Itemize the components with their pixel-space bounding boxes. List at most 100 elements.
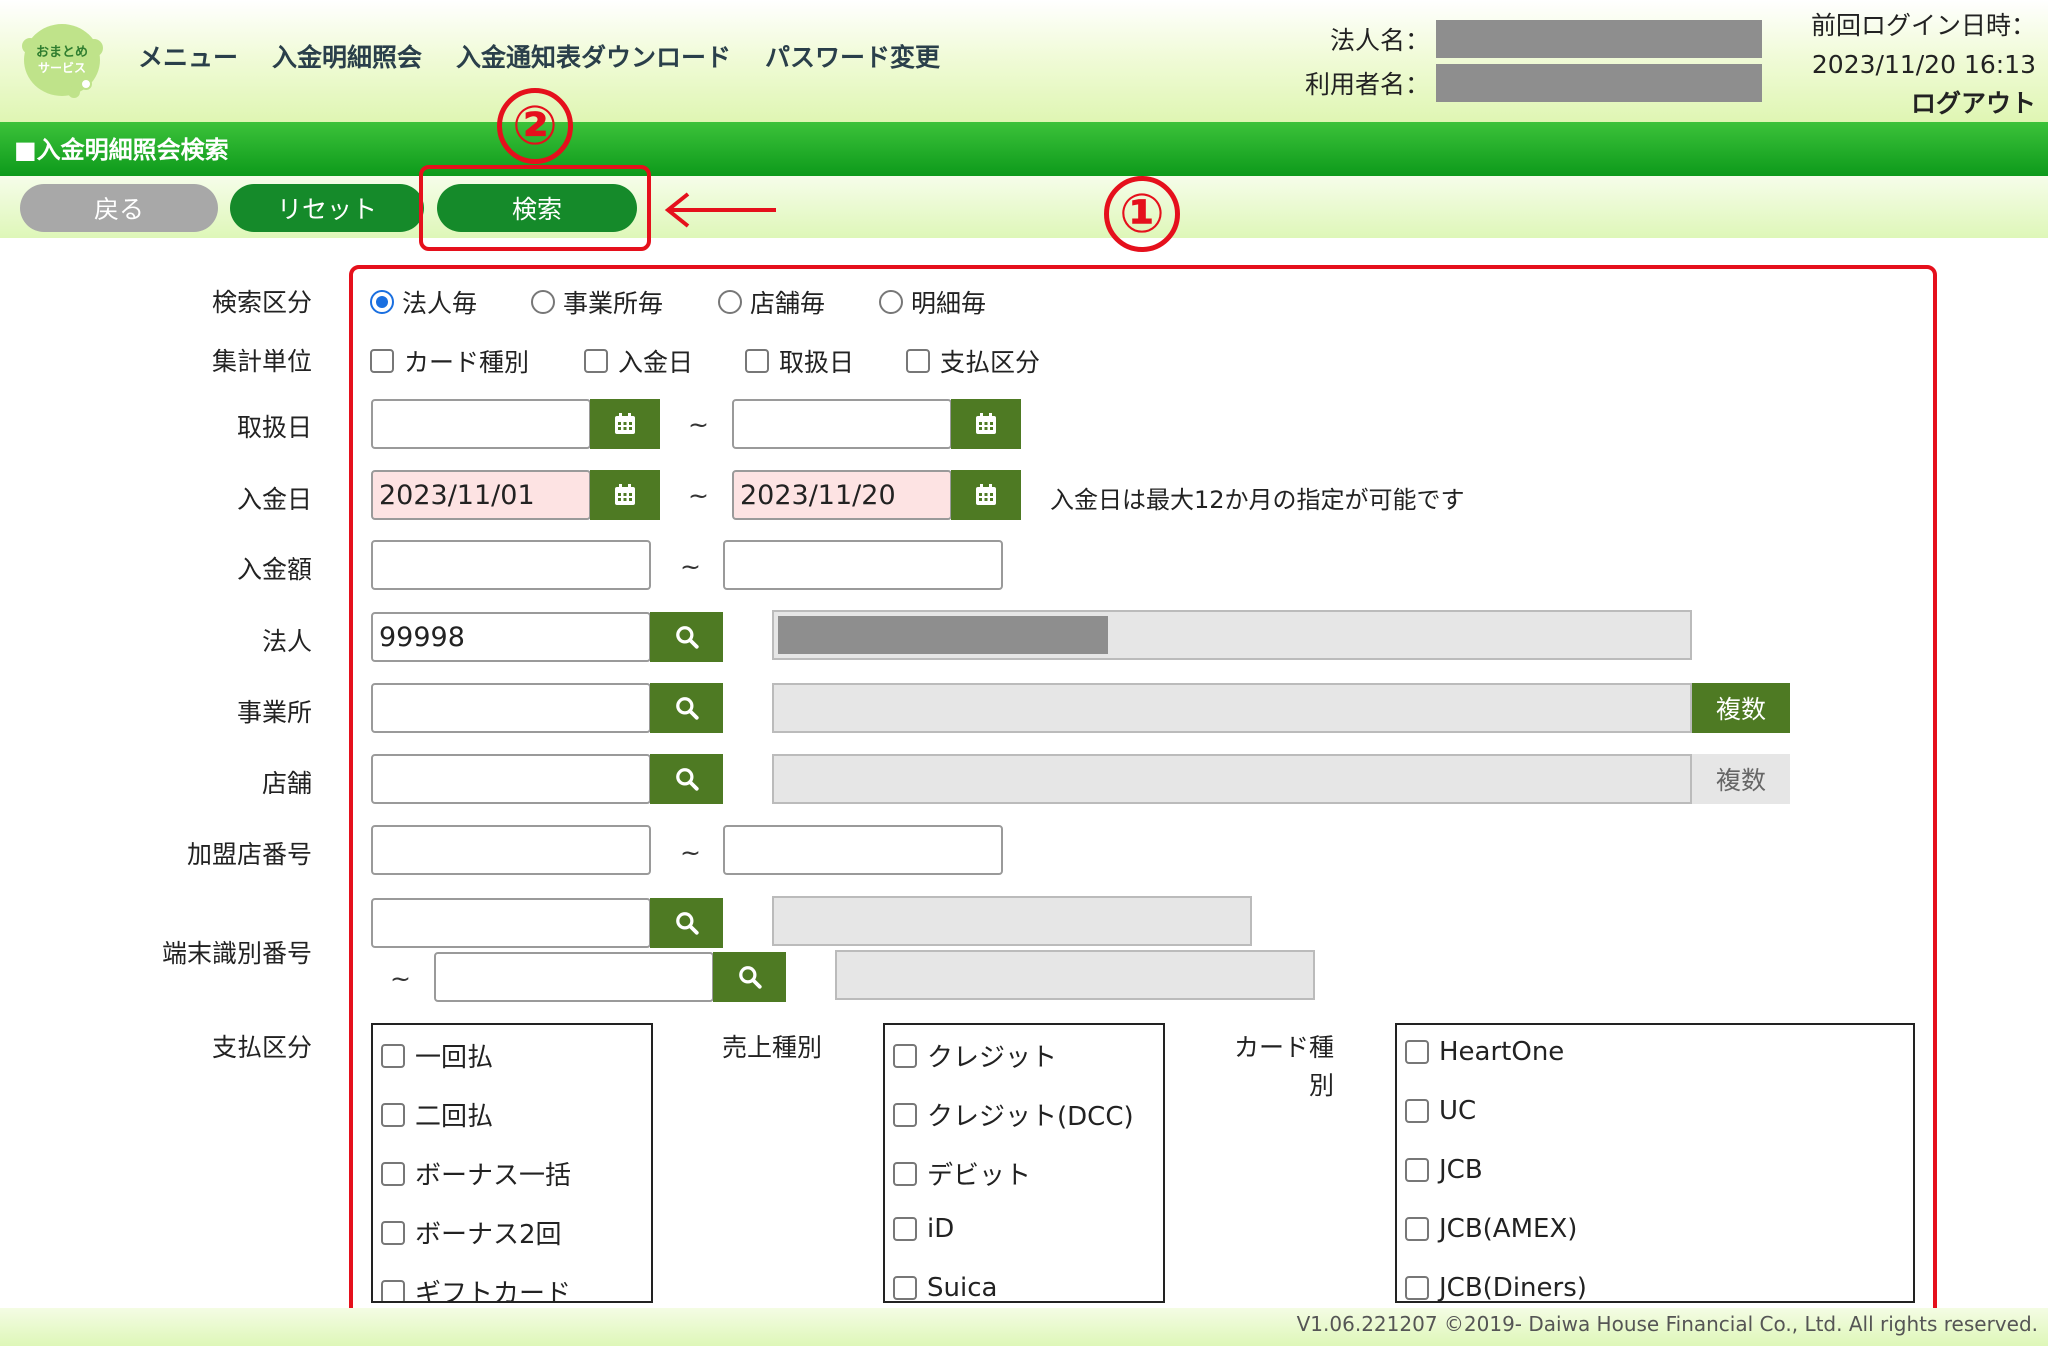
calendar-icon[interactable] [590, 399, 660, 449]
sales-type-list: クレジット クレジット(DCC) デビット iD Suica [883, 1023, 1165, 1303]
checkbox-icon [381, 1102, 405, 1127]
member-no-label: 加盟店番号 [186, 840, 312, 869]
handling-date-to-input[interactable] [732, 399, 952, 449]
checkbox-payment-once[interactable]: 一回払 [381, 1037, 493, 1074]
corp-name-redacted [1436, 20, 1762, 58]
deposit-amount-label: 入金額 [236, 555, 312, 584]
office-multi-button[interactable]: 複数 [1692, 683, 1790, 733]
card-type-label-line1: カード種 [1233, 1033, 1334, 1062]
store-label: 店舗 [261, 769, 312, 798]
checkbox-label: デビット [927, 1161, 1032, 1191]
search-icon[interactable] [650, 898, 723, 948]
checkbox-icon [370, 349, 394, 373]
checkbox-card-type[interactable]: カード種別 [370, 343, 529, 379]
checkbox-icon [381, 1043, 405, 1068]
office-name-display [772, 683, 1692, 733]
checkbox-icon [906, 349, 930, 373]
checkbox-icon [381, 1220, 405, 1245]
checkbox-card-heartone[interactable]: HeartOne [1405, 1037, 1564, 1067]
checkbox-payment-bonus-twice[interactable]: ボーナス2回 [381, 1214, 562, 1251]
checkbox-icon [893, 1276, 917, 1300]
checkbox-icon [1405, 1158, 1429, 1182]
range-tilde: ~ [680, 552, 701, 581]
page-title: ■入金明細照会検索 [0, 122, 2048, 176]
store-input[interactable] [371, 754, 651, 804]
search-icon[interactable] [713, 952, 786, 1002]
terminal-to-input[interactable] [434, 952, 714, 1002]
checkbox-label: Suica [927, 1273, 998, 1303]
checkbox-deposit-date[interactable]: 入金日 [584, 343, 693, 379]
checkbox-icon [893, 1161, 917, 1186]
checkbox-sales-id[interactable]: iD [893, 1214, 954, 1244]
checkbox-label: カード種別 [404, 348, 530, 377]
checkbox-icon [1405, 1040, 1429, 1064]
sales-type-label: 売上種別 [721, 1033, 822, 1062]
corporation-name-redacted [778, 616, 1108, 654]
radio-detail[interactable]: 明細毎 [879, 284, 986, 320]
checkbox-sales-suica[interactable]: Suica [893, 1273, 998, 1303]
checkbox-icon [893, 1102, 917, 1127]
checkbox-handling-date[interactable]: 取扱日 [745, 343, 854, 379]
radio-corp[interactable]: 法人毎 [370, 284, 477, 320]
search-icon[interactable] [650, 612, 723, 662]
radio-office[interactable]: 事業所毎 [531, 284, 663, 320]
annotation-number-1: ① [1104, 176, 1180, 252]
checkbox-sales-credit-dcc[interactable]: クレジット(DCC) [893, 1096, 1134, 1133]
nav-deposit-notice-download[interactable]: 入金通知表ダウンロード [456, 38, 731, 74]
handling-date-from-input[interactable] [371, 399, 591, 449]
checkbox-sales-debit[interactable]: デビット [893, 1155, 1031, 1192]
deposit-amount-from-input[interactable] [371, 540, 651, 590]
checkbox-icon [745, 349, 769, 373]
deposit-date-to-input[interactable]: 2023/11/20 [732, 470, 952, 520]
checkbox-payment-gift-card[interactable]: ギフトカード [381, 1273, 571, 1301]
handling-date-label: 取扱日 [236, 413, 312, 442]
search-icon[interactable] [650, 754, 723, 804]
checkbox-label: クレジット(DCC) [927, 1102, 1134, 1132]
corporation-input[interactable]: 99998 [371, 612, 651, 662]
checkbox-payment-type[interactable]: 支払区分 [906, 343, 1040, 379]
checkbox-card-jcb[interactable]: JCB [1405, 1155, 1483, 1185]
nav-password-change[interactable]: パスワード変更 [765, 38, 940, 74]
checkbox-payment-twice[interactable]: 二回払 [381, 1096, 493, 1133]
logout-link[interactable]: ログアウト [1811, 84, 2036, 123]
checkbox-label: ボーナス一括 [415, 1161, 572, 1191]
range-tilde: ~ [390, 964, 411, 993]
range-tilde: ~ [688, 410, 709, 439]
nav-menu[interactable]: メニュー [138, 38, 238, 74]
checkbox-label: ボーナス2回 [415, 1220, 562, 1250]
checkbox-card-uc[interactable]: UC [1405, 1096, 1476, 1126]
logo: おまとめ サービス [22, 24, 103, 98]
checkbox-label: 一回払 [415, 1043, 494, 1073]
checkbox-sales-credit[interactable]: クレジット [893, 1037, 1057, 1074]
checkbox-label: HeartOne [1439, 1037, 1565, 1067]
checkbox-icon [893, 1217, 917, 1241]
checkbox-card-jcb-diners[interactable]: JCB(Diners) [1405, 1273, 1587, 1301]
corporation-label: 法人 [261, 627, 312, 656]
reset-button[interactable]: リセット [230, 184, 424, 232]
office-input[interactable] [371, 683, 651, 733]
deposit-amount-to-input[interactable] [723, 540, 1003, 590]
search-icon[interactable] [650, 683, 723, 733]
calendar-icon[interactable] [951, 399, 1021, 449]
radio-store[interactable]: 店舗毎 [718, 284, 825, 320]
calendar-icon[interactable] [590, 470, 660, 520]
checkbox-label: JCB [1439, 1155, 1483, 1185]
checkbox-icon [381, 1161, 405, 1186]
terminal-from-display [772, 896, 1252, 946]
card-type-label-line2: 別 [1308, 1071, 1334, 1100]
corp-name-label: 法人名： [1329, 26, 1430, 55]
checkbox-icon [893, 1043, 917, 1068]
calendar-icon[interactable] [951, 470, 1021, 520]
back-button[interactable]: 戻る [20, 184, 218, 232]
member-no-from-input[interactable] [371, 825, 651, 875]
deposit-date-from-input[interactable]: 2023/11/01 [371, 470, 591, 520]
aggregation-label: 集計単位 [211, 347, 312, 376]
annotation-search-button-box [419, 165, 651, 251]
nav-deposit-inquiry[interactable]: 入金明細照会 [272, 38, 422, 74]
member-no-to-input[interactable] [723, 825, 1003, 875]
annotation-arrow-icon [664, 192, 776, 228]
checkbox-card-jcb-amex[interactable]: JCB(AMEX) [1405, 1214, 1577, 1244]
terminal-from-input[interactable] [371, 898, 651, 948]
checkbox-payment-bonus-lump[interactable]: ボーナス一括 [381, 1155, 571, 1192]
last-login-label: 前回ログイン日時： [1810, 11, 2036, 40]
